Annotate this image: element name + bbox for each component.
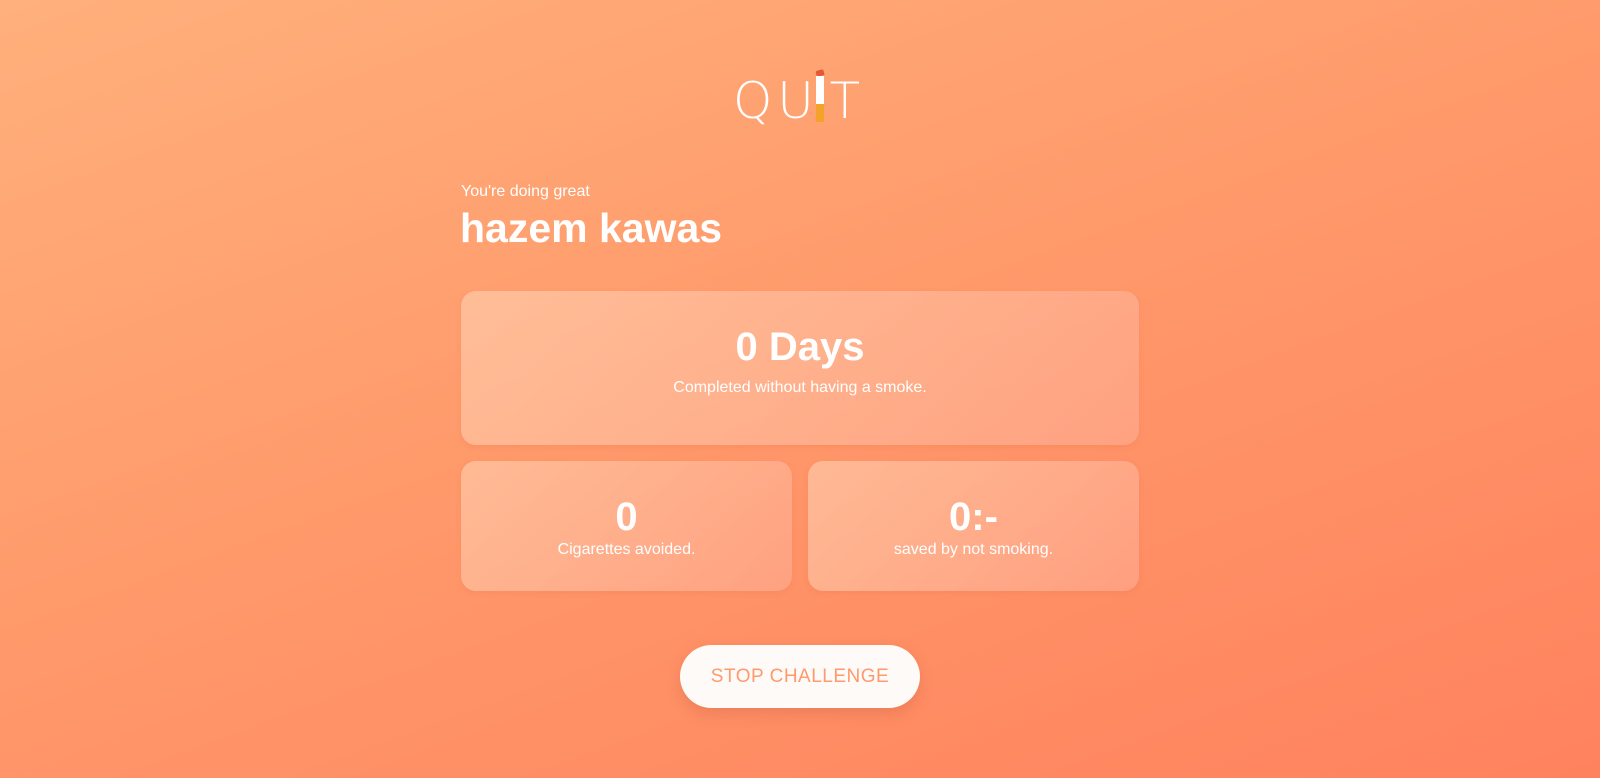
cigarettes-value: 0 [615, 495, 638, 539]
app-logo: Q U T [733, 68, 868, 126]
user-name: hazem kawas [460, 205, 723, 251]
logo-letter-u: U [777, 72, 816, 130]
money-value: 0:- [949, 495, 998, 539]
money-card: 0:- saved by not smoking. [808, 461, 1139, 591]
stop-challenge-button[interactable]: STOP CHALLENGE [680, 645, 920, 708]
logo-letter-t: T [829, 72, 863, 130]
days-label: Completed without having a smoke. [673, 379, 927, 396]
days-value: 0 Days [735, 325, 865, 369]
cigarettes-label: Cigarettes avoided. [557, 541, 696, 558]
days-card: 0 Days Completed without having a smoke. [461, 291, 1139, 445]
greeting-subtitle: You're doing great [461, 183, 590, 200]
cigarette-icon [815, 68, 825, 122]
logo-letter-q: Q [733, 72, 775, 130]
cigarettes-card: 0 Cigarettes avoided. [461, 461, 792, 591]
money-label: saved by not smoking. [893, 541, 1054, 558]
